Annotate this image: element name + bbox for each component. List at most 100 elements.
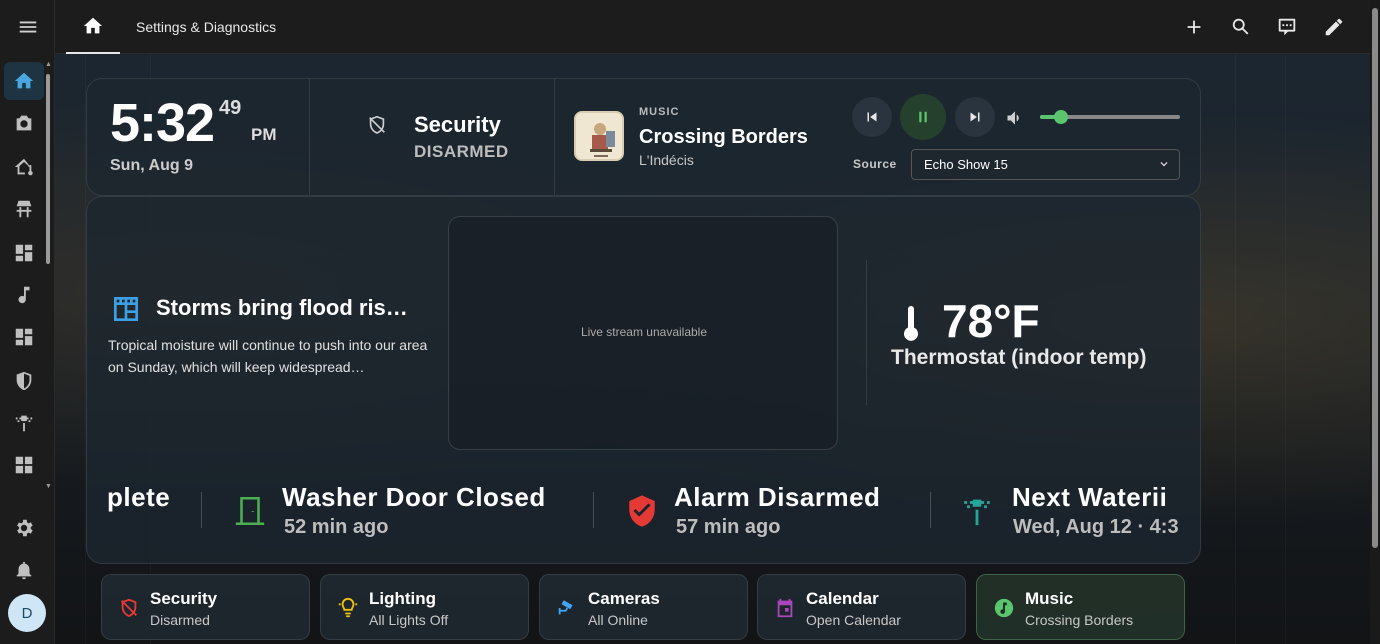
tile-subtitle: Open Calendar [806, 612, 901, 628]
camera-stream[interactable]: Live stream unavailable [448, 216, 838, 450]
page-scrollbar[interactable] [1370, 0, 1380, 644]
sidebar-item-outdoor[interactable] [4, 190, 44, 228]
ticker-title: Washer Door Closed [282, 482, 546, 512]
tile-calendar[interactable]: Calendar Open Calendar [757, 574, 966, 640]
bell-icon [16, 561, 32, 580]
ticker-item[interactable]: Washer Door Closed 52 min ago [233, 474, 583, 546]
clock-ampm: PM [251, 125, 277, 144]
music-tag: MUSIC [639, 106, 680, 118]
thermostat-label: Thermostat (indoor temp) [891, 346, 1147, 369]
sidebar-item-camera[interactable] [4, 104, 44, 142]
source-value: Echo Show 15 [924, 157, 1008, 172]
assist-button[interactable] [1272, 12, 1302, 42]
news-body: Tropical moisture will continue to push … [108, 337, 428, 375]
tab-settings-diagnostics[interactable]: Settings & Diagnostics [136, 19, 276, 35]
home-icon [83, 17, 103, 34]
security-state: DISARMED [414, 142, 509, 161]
ticker-title: Next Waterii [1012, 482, 1168, 512]
tile-title: Music [1025, 589, 1074, 608]
tile-subtitle: All Online [588, 612, 648, 628]
event-ticker: plete Washer Door Closed 52 min ago Alar… [107, 474, 1179, 546]
sidebar-item-notifications[interactable] [4, 551, 44, 589]
gear-icon [17, 519, 33, 537]
camera-icon [16, 115, 32, 131]
album-art [574, 111, 624, 161]
sidebar-item-panels[interactable] [4, 446, 44, 484]
news-headline[interactable]: Storms bring flood ris… [156, 295, 408, 321]
ticker-separator [930, 492, 931, 528]
edit-button[interactable] [1319, 12, 1349, 42]
outdoor-lamp-icon [16, 200, 32, 218]
ticker-subtitle: 57 min ago [676, 516, 781, 538]
skip-next-icon [970, 112, 980, 122]
music-note-icon [18, 286, 30, 304]
previous-button[interactable] [852, 97, 892, 137]
menu-icon [19, 21, 36, 33]
sidebar-item-music[interactable] [4, 276, 44, 314]
plus-icon [1187, 20, 1201, 34]
sidebar-item-home[interactable] [4, 62, 44, 100]
sidebar-item-overview[interactable] [4, 318, 44, 356]
shield-off-icon[interactable] [366, 113, 388, 137]
tile-title: Lighting [369, 589, 437, 608]
sidebar-item-security[interactable] [4, 362, 44, 400]
thermostat-value[interactable]: 78°F [942, 294, 1040, 348]
music-circle-icon [994, 598, 1014, 618]
tile-cameras[interactable]: Cameras All Online [539, 574, 748, 640]
tile-security[interactable]: Security Disarmed [101, 574, 310, 640]
pause-icon [919, 111, 927, 123]
volume-slider-handle[interactable] [1054, 110, 1068, 124]
calendar-icon [777, 598, 793, 618]
ticker-title: plete [107, 482, 171, 512]
comment-processing-icon [1278, 18, 1296, 36]
sprinkler-icon [15, 415, 33, 432]
chevron-down-icon [1160, 162, 1168, 167]
sidebar-item-home-climate[interactable] [4, 148, 44, 186]
music-artist: L'Indécis [639, 152, 694, 168]
sidebar-scrollbar[interactable]: ▲ ▼ [45, 61, 52, 492]
cctv-icon [558, 600, 573, 615]
shield-check-icon [629, 495, 655, 527]
add-button[interactable] [1179, 12, 1209, 42]
thermometer-icon [904, 306, 918, 341]
home-icon [14, 72, 34, 89]
tile-subtitle: Disarmed [150, 612, 210, 628]
tile-subtitle: Crossing Borders [1025, 612, 1134, 628]
search-button[interactable] [1226, 12, 1256, 42]
sidebar-item-irrigation[interactable] [4, 404, 44, 442]
tile-lighting[interactable]: Lighting All Lights Off [320, 574, 529, 640]
dashboard-icon [15, 244, 33, 262]
next-button[interactable] [955, 97, 995, 137]
tile-title: Calendar [806, 589, 879, 608]
door-icon [235, 496, 265, 526]
source-select[interactable]: Echo Show 15 [911, 149, 1180, 180]
sidebar: ▲ ▼ D [0, 0, 55, 644]
security-title[interactable]: Security [414, 112, 501, 138]
pencil-icon [1325, 18, 1343, 36]
tile-subtitle: All Lights Off [369, 612, 449, 628]
panels-icon [15, 456, 33, 474]
tile-music[interactable]: Music Crossing Borders [976, 574, 1185, 640]
ticker-item[interactable]: Next Waterii Wed, Aug 12 · 4:3 [960, 474, 1179, 546]
clock-seconds: 49 [219, 97, 242, 119]
shield-half-icon [16, 371, 32, 391]
divider [309, 79, 310, 195]
sidebar-item-dashboard[interactable] [4, 234, 44, 272]
search-icon [1232, 18, 1249, 35]
ticker-item[interactable]: Alarm Disarmed 57 min ago [625, 474, 955, 546]
clock-date: Sun, Aug 9 [110, 157, 193, 174]
menu-button[interactable] [0, 0, 55, 54]
skip-previous-icon [867, 112, 877, 122]
volume-slider[interactable] [1040, 110, 1180, 124]
avatar[interactable]: D [8, 594, 46, 632]
view-dashboard-icon [15, 328, 33, 346]
ticker-subtitle: Wed, Aug 12 · 4:3 [1013, 516, 1179, 538]
shield-off-icon [121, 598, 137, 617]
sidebar-item-settings[interactable] [4, 509, 44, 547]
tab-home[interactable] [66, 0, 120, 54]
tile-title: Security [150, 589, 218, 608]
pause-button[interactable] [900, 94, 946, 140]
music-title: Crossing Borders [639, 126, 808, 148]
volume-icon[interactable] [1005, 108, 1025, 128]
ticker-title: Alarm Disarmed [674, 482, 881, 512]
